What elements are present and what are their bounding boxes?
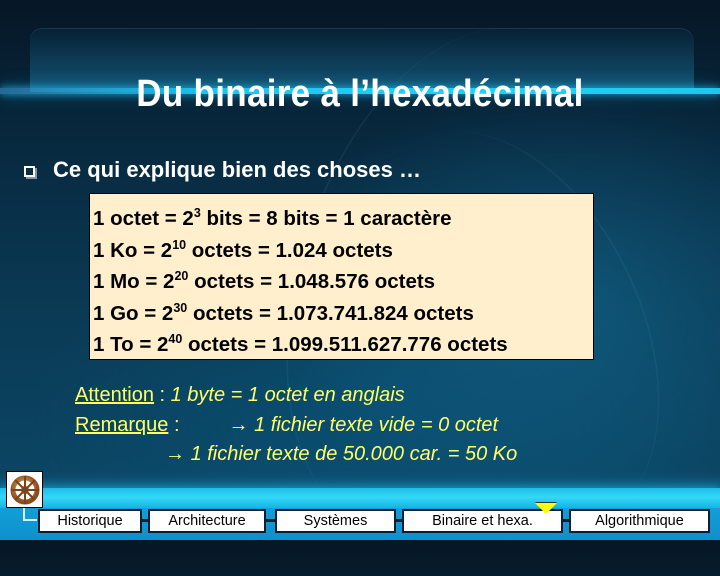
unit-text: 1 octet = 2 xyxy=(93,207,194,230)
exponent: 3 xyxy=(193,206,201,220)
remarque-note-2: → 1 fichier texte de 50.000 car. = 50 Ko xyxy=(75,440,517,470)
exponent: 30 xyxy=(173,300,188,315)
unit-text: 1 Go = 2 xyxy=(93,301,174,325)
unit-line-to: 1 To = 240 octets = 1.099.511.627.776 oc… xyxy=(93,329,593,361)
units-info-box: 1 octet = 23 bits = 8 bits = 1 caractère… xyxy=(89,193,594,360)
exponent: 10 xyxy=(172,237,187,252)
arrow-right-icon: → xyxy=(165,443,185,465)
footer-glow-band xyxy=(0,488,720,508)
logo-connector xyxy=(23,508,37,521)
unit-text: octets = 1.099.511.627.776 octets xyxy=(182,333,508,357)
unit-line-octet: 1 octet = 23 bits = 8 bits = 1 caractère xyxy=(93,203,593,235)
remarque-note: Remarque : → 1 fichier texte vide = 0 oct… xyxy=(75,411,517,441)
nav-button-algorithmique[interactable]: Algorithmique xyxy=(569,509,710,533)
unit-line-mo: 1 Mo = 220 octets = 1.048.576 octets xyxy=(93,266,593,298)
unit-text: bits = 8 bits = 1 caractère xyxy=(200,207,452,230)
unit-text: octets = 1.073.741.824 octets xyxy=(187,301,474,325)
nav-button-architecture[interactable]: Architecture xyxy=(148,509,266,533)
active-section-marker-icon xyxy=(535,503,557,514)
slide-title: Du binaire à l’hexadécimal xyxy=(136,72,584,115)
separator: : xyxy=(168,413,180,436)
bullet-point: Ce qui explique bien des choses … xyxy=(24,157,421,183)
arrow-right-icon: → xyxy=(228,413,249,436)
exponent: 40 xyxy=(168,332,183,347)
remarque-label: Remarque xyxy=(75,413,169,436)
remarque-text-1: 1 fichier texte vide = 0 octet xyxy=(254,413,499,436)
exponent: 20 xyxy=(174,269,189,284)
unit-text: 1 To = 2 xyxy=(93,333,169,357)
unit-text: 1 Ko = 2 xyxy=(93,238,173,262)
hollow-square-bullet-icon xyxy=(24,165,35,177)
nav-button-systemes[interactable]: Systèmes xyxy=(275,509,396,533)
unit-text: octets = 1.048.576 octets xyxy=(188,270,436,294)
remarque-text-2: 1 fichier texte de 50.000 car. = 50 Ko xyxy=(190,443,518,465)
separator: : xyxy=(153,384,171,406)
attention-note: Attention : 1 byte = 1 octet en anglais xyxy=(75,381,517,411)
ship-wheel-icon xyxy=(10,475,39,504)
unit-text: octets = 1.024 octets xyxy=(186,238,393,262)
unit-line-go: 1 Go = 230 octets = 1.073.741.824 octets xyxy=(93,298,593,330)
attention-label: Attention xyxy=(75,384,154,406)
attention-text: 1 byte = 1 octet en anglais xyxy=(170,384,405,406)
unit-text: 1 Mo = 2 xyxy=(93,270,175,294)
bullet-text: Ce qui explique bien des choses … xyxy=(53,157,421,182)
unit-line-ko: 1 Ko = 210 octets = 1.024 octets xyxy=(93,235,593,267)
nav-connector xyxy=(266,519,275,522)
notes: Attention : 1 byte = 1 octet en anglais … xyxy=(75,381,517,470)
nav-button-historique[interactable]: Historique xyxy=(38,509,142,533)
home-logo[interactable] xyxy=(6,471,43,508)
